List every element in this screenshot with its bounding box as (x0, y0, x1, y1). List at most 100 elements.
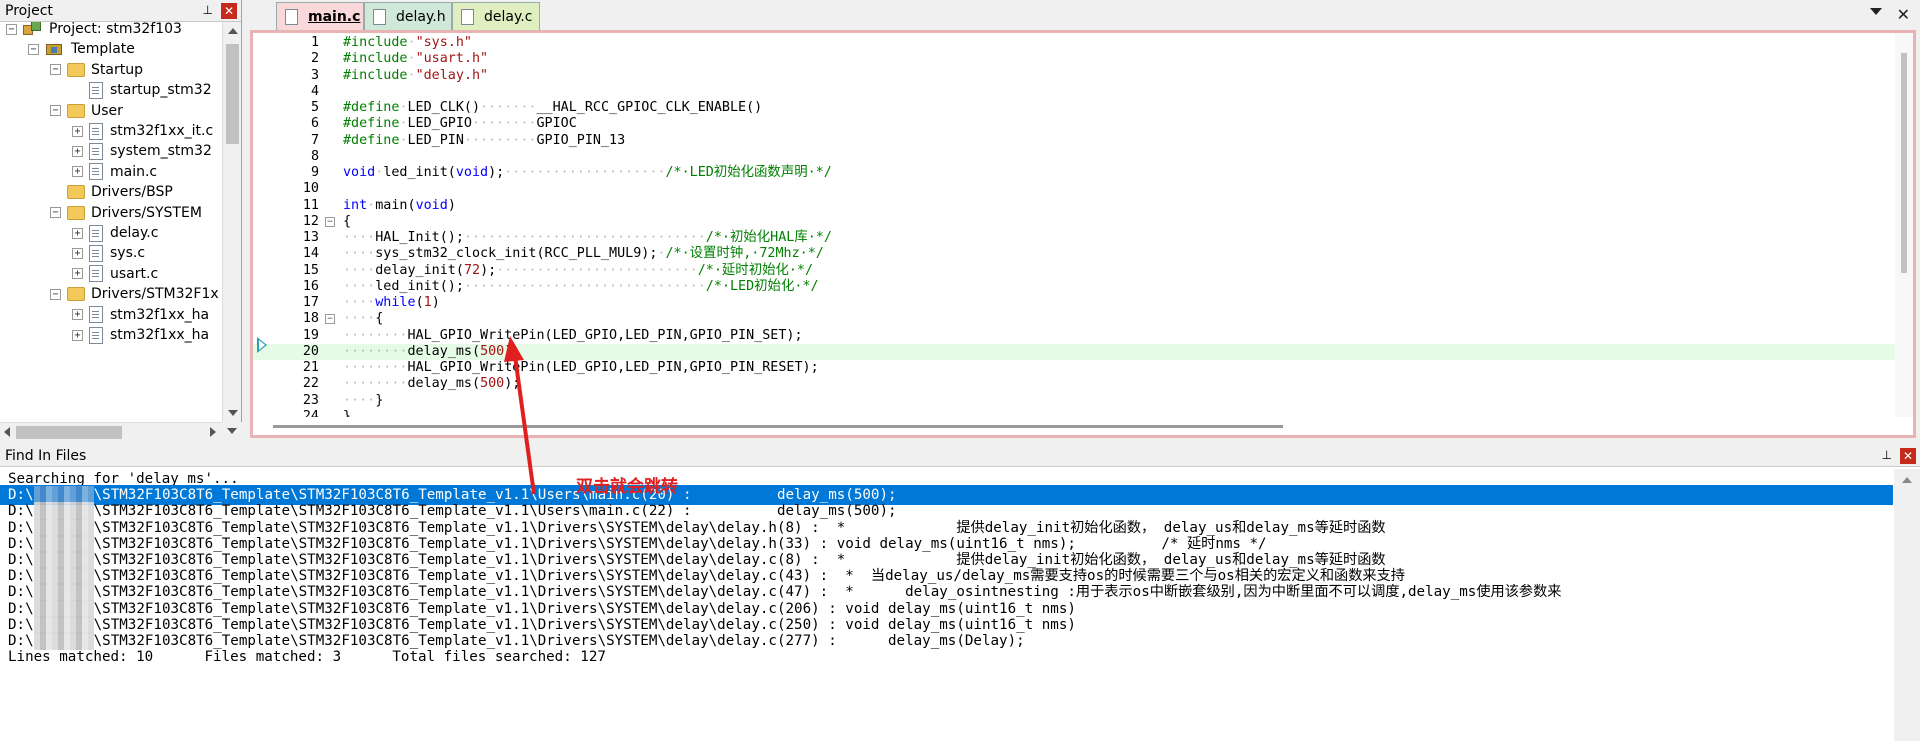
collapse-icon[interactable]: − (50, 105, 61, 117)
code-line[interactable]: 6 #define·LED_GPIO········GPIOC (253, 116, 1895, 132)
code-line[interactable]: 17 ····while(1) (253, 295, 1895, 311)
code-text: ····{ (343, 311, 384, 327)
chevron-down-icon[interactable] (227, 428, 237, 434)
code-line[interactable]: 13 ····HAL_Init();·······················… (253, 230, 1895, 246)
code-line[interactable]: 12−{ (253, 214, 1895, 230)
code-text: { (343, 213, 352, 229)
code-line[interactable]: 9 void·led_init(void);···················… (253, 165, 1895, 181)
editor-tabs: main.c delay.h delay.c ✕ (246, 0, 1920, 30)
file-icon (89, 163, 103, 181)
close-tab-icon[interactable]: ✕ (1897, 5, 1910, 24)
file-icon (285, 8, 298, 25)
scroll-thumb[interactable] (226, 44, 239, 144)
tree-item-label: Drivers/SYSTEM (91, 204, 202, 221)
code-editor[interactable]: 1 #include·"sys.h" 2 #include·"usart.h" 3 #in… (250, 30, 1916, 438)
tree-item-label: Drivers/STM32F1x (91, 286, 219, 303)
code-line[interactable]: 11 int·main(void) (253, 198, 1895, 214)
project-icon (23, 22, 43, 37)
tree-item-label: stm32f1xx_it.c (110, 123, 214, 139)
expand-icon[interactable]: + (72, 309, 83, 321)
project-panel-title: Project (5, 2, 53, 19)
find-vertical-scrollbar[interactable] (1894, 469, 1920, 741)
line-number: 12 (302, 213, 319, 229)
fold-toggle-icon[interactable]: − (325, 314, 335, 325)
collapse-icon[interactable]: − (28, 43, 39, 55)
expand-icon[interactable]: + (72, 268, 83, 280)
code-text: #define·LED_PIN·········GPIO_PIN_13 (343, 132, 626, 148)
code-text: ····sys_stm32_clock_init(RCC_PLL_MUL9);·… (343, 246, 824, 262)
tab-delay-c[interactable]: delay.c (452, 2, 540, 30)
project-horizontal-scrollbar[interactable] (0, 422, 222, 441)
code-line[interactable]: 20 ········delay_ms(500); (253, 343, 1895, 361)
line-number: 22 (302, 376, 319, 392)
scroll-thumb[interactable] (16, 426, 122, 439)
expand-icon[interactable]: + (72, 145, 83, 157)
code-line[interactable]: 10 (253, 181, 1895, 197)
panel-dropdown[interactable] (222, 422, 242, 441)
code-line[interactable]: 16 ····led_init();·······················… (253, 279, 1895, 295)
project-vertical-scrollbar[interactable] (222, 22, 241, 422)
code-line[interactable]: 23 ····} (253, 393, 1895, 409)
tree-item-label: usart.c (110, 265, 159, 282)
tab-main-c[interactable]: main.c (276, 2, 364, 30)
code-horizontal-scrollbar[interactable] (253, 417, 1895, 435)
target-icon (45, 41, 65, 57)
expand-icon[interactable]: + (72, 329, 83, 341)
code-line[interactable]: 21 ········HAL_GPIO_WritePin(LED_GPIO,LED… (253, 360, 1895, 376)
folder-icon (67, 103, 85, 118)
expand-icon[interactable]: + (72, 166, 83, 178)
code-text: ····while(1) (343, 295, 440, 310)
tree-item[interactable]: + stm32f1xx_ha (72, 323, 209, 347)
tab-list-dropdown-icon[interactable] (1870, 8, 1882, 15)
scroll-left-icon[interactable] (4, 427, 10, 437)
code-line[interactable]: 2 #include·"usart.h" (253, 51, 1895, 67)
tree-item-label: main.c (110, 163, 158, 180)
code-line[interactable]: 8 (253, 149, 1895, 165)
scroll-up-icon[interactable] (228, 28, 238, 34)
scroll-right-icon[interactable] (210, 427, 216, 437)
close-icon[interactable]: ✕ (221, 3, 237, 19)
code-line[interactable]: 1 #include·"sys.h" (253, 35, 1895, 51)
code-line[interactable]: 22 ········delay_ms(500); (253, 376, 1895, 392)
code-line[interactable]: 19 ········HAL_GPIO_WritePin(LED_GPIO,LED… (253, 328, 1895, 344)
fold-toggle-icon[interactable]: − (325, 216, 335, 227)
scroll-thumb[interactable] (273, 425, 1283, 428)
code-line[interactable]: 5 #define·LED_CLK()·······__HAL_RCC_GPIOC… (253, 100, 1895, 116)
line-number: 24 (302, 408, 319, 417)
pin-icon[interactable]: ⊥ (203, 3, 213, 17)
code-line[interactable]: 24} (253, 409, 1895, 417)
code-text: #include·"delay.h" (343, 67, 489, 83)
collapse-icon[interactable]: − (50, 207, 61, 219)
collapse-icon[interactable]: − (50, 288, 61, 300)
code-line[interactable]: 18− ····{ (253, 311, 1895, 327)
code-text: ········HAL_GPIO_WritePin(LED_GPIO,LED_P… (343, 327, 803, 343)
line-number: 11 (302, 197, 319, 213)
scroll-down-icon[interactable] (228, 410, 238, 416)
expand-icon[interactable]: + (72, 125, 83, 137)
line-number: 6 (310, 116, 319, 132)
line-number: 14 (302, 246, 319, 262)
close-icon[interactable]: ✕ (1900, 448, 1916, 464)
scroll-up-icon[interactable] (1902, 477, 1912, 483)
folder-icon (67, 287, 85, 302)
code-line[interactable]: 3 #include·"delay.h" (253, 68, 1895, 84)
collapse-icon[interactable]: − (6, 23, 17, 35)
scroll-thumb[interactable] (1901, 53, 1907, 273)
code-text: ········delay_ms(500); (343, 343, 521, 359)
line-number: 9 (310, 165, 319, 180)
code-text: ····delay_init(72);·····················… (343, 262, 814, 278)
expand-icon[interactable]: + (72, 247, 83, 259)
file-icon (373, 8, 386, 25)
pin-icon[interactable]: ⊥ (1882, 448, 1892, 462)
tab-delay-h[interactable]: delay.h (364, 2, 452, 30)
collapse-icon[interactable]: − (50, 64, 61, 76)
code-line[interactable]: 15 ····delay_init(72);···················… (253, 263, 1895, 279)
code-line[interactable]: 4 (253, 84, 1895, 100)
expand-icon[interactable]: + (72, 227, 83, 239)
code-area[interactable]: 1 #include·"sys.h" 2 #include·"usart.h" 3 #in… (253, 33, 1895, 417)
code-vertical-scrollbar[interactable] (1895, 33, 1913, 417)
code-text: void·led_init(void);····················… (343, 165, 832, 180)
file-icon (461, 8, 474, 25)
code-line[interactable]: 7 #define·LED_PIN·········GPIO_PIN_13 (253, 133, 1895, 149)
code-line[interactable]: 14 ····sys_stm32_clock_init(RCC_PLL_MUL9)… (253, 246, 1895, 262)
